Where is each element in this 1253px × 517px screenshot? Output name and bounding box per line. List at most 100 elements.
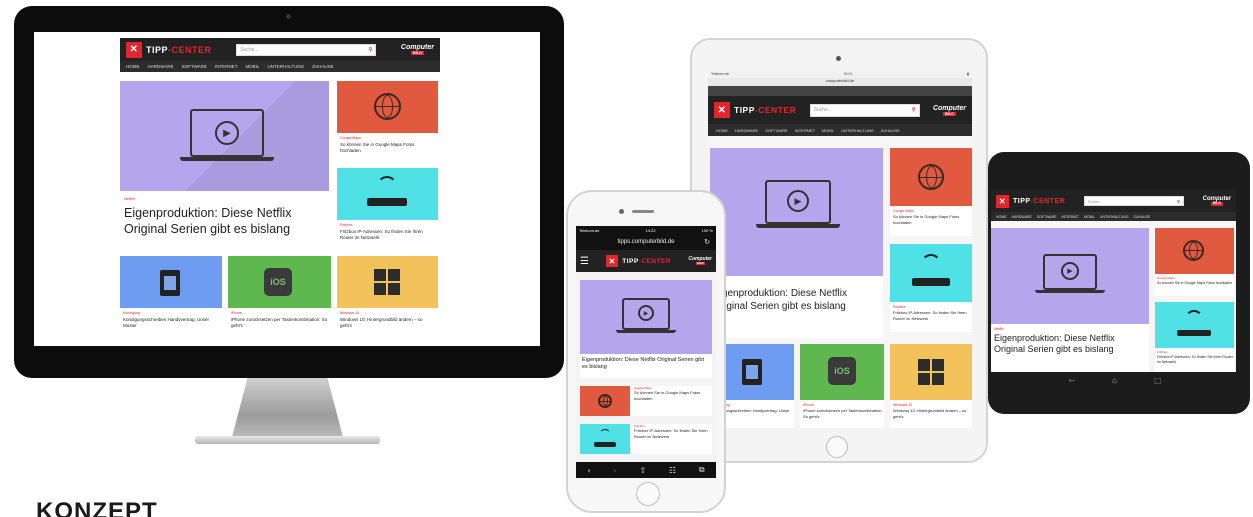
article-card-iphone[interactable]: iOS iPhone iPhone zurücksetzen per Taste… [228, 256, 331, 342]
article-title: Fritzbox IP-Adressen: So finden Sie Ihre… [340, 229, 423, 240]
main-nav: HOME HARDWARE SOFTWARE INTERNET MOBIL UN… [991, 212, 1236, 221]
article-category: Fritzbox [340, 223, 353, 227]
nav-item-home[interactable]: HOME [126, 64, 140, 69]
article-card-iphone[interactable]: iOS iPhone iPhone zurücksetzen per Taste… [800, 344, 884, 428]
search-icon[interactable]: ⚲ [912, 107, 916, 113]
site-header: ✕ TIPP-CENTER Suche... ⚲ Computer BILD [708, 96, 972, 124]
hero-article-card[interactable]: ▶ Netflix Eigenproduktion: Diese Netflix… [120, 81, 329, 248]
imac-base [195, 436, 380, 444]
imac-camera [286, 14, 291, 19]
hamburger-menu-icon[interactable]: ☰ [580, 256, 589, 267]
recent-apps-icon[interactable]: □ [1154, 376, 1162, 386]
windows-icon [918, 359, 944, 385]
nav-item-hardware[interactable]: HARDWARE [735, 128, 758, 133]
ipad-url-bar[interactable]: computerbild.de [708, 78, 972, 86]
article-card-maps[interactable]: Google Maps So können Sie in Google Maps… [1155, 228, 1234, 296]
home-icon[interactable]: ⌂ [1112, 376, 1117, 386]
nav-item-software[interactable]: SOFTWARE [765, 128, 788, 133]
iphone-camera [619, 209, 624, 214]
section-heading: KONZEPT [36, 498, 158, 517]
article-card-windows[interactable]: Windows 10 Windows 10: Hintergrundbild ä… [337, 256, 438, 342]
iphone-url: tipps.computerbild.de [617, 239, 675, 245]
router-icon [594, 442, 616, 447]
article-title: Windows 10: Hintergrundbild ändern – so … [340, 317, 423, 328]
brand-badge[interactable]: Computer BILD [401, 44, 434, 55]
hero-article-card[interactable]: ▶ Eigenproduktion: Diese Netflix Origina… [580, 280, 712, 378]
ipad-home-button[interactable] [826, 436, 848, 458]
nav-item-internet[interactable]: INTERNET [215, 64, 238, 69]
list-item-title: So können Sie in Google Maps Fotos hochl… [634, 390, 701, 401]
back-icon[interactable]: ‹ [587, 466, 590, 475]
logo-mark-icon: ✕ [714, 102, 730, 118]
brand-badge[interactable]: Computer BILD [688, 257, 712, 265]
imac-stand [231, 378, 344, 440]
play-icon: ▶ [638, 305, 654, 321]
forward-icon[interactable]: › [613, 466, 616, 475]
android-nav-bar: ← ⌂ □ [1050, 376, 1180, 386]
search-input[interactable]: Suche... ⚲ [809, 103, 920, 117]
back-icon[interactable]: ← [1068, 376, 1075, 386]
hero-article-card[interactable]: ▶ Netflix Eigenproduktion: Diese Netflix… [710, 148, 883, 338]
mobile-list-item-maps[interactable]: Google Maps So können Sie in Google Maps… [580, 386, 712, 416]
logo-suffix: -CENTER [168, 44, 212, 55]
iphone-time: 14:22 [645, 227, 656, 233]
nav-item-internet[interactable]: INTERNET [795, 128, 815, 133]
article-category: iPhone [231, 311, 242, 315]
iphone-status-bar: Telekom.de 14:22 100 % [576, 226, 716, 234]
mobile-list-item-fritzbox[interactable]: Fritzbox Fritzbox IP-Adressen: So finden… [580, 424, 712, 454]
bookmarks-icon[interactable]: ☷ [669, 466, 676, 475]
article-card-maps[interactable]: Google Maps So können Sie in Google Maps… [890, 148, 972, 236]
hero-article-card[interactable]: ▶ Netflix Eigenproduktion: Diese Netflix… [991, 228, 1149, 372]
article-category: Windows 10 [340, 311, 360, 315]
globe-icon [918, 164, 944, 190]
search-icon[interactable]: ⚲ [369, 47, 373, 53]
nav-item-mobil[interactable]: MOBIL [822, 128, 834, 133]
main-nav: HOME HARDWARE SOFTWARE INTERNET MOBIL UN… [120, 61, 440, 72]
list-item-title: Fritzbox IP-Adressen: So finden Sie Ihre… [634, 428, 708, 439]
logo-prefix: TIPP [146, 44, 169, 55]
hero-category: Netflix [124, 196, 136, 201]
search-icon[interactable]: ⚲ [1177, 199, 1180, 204]
mobile-site: Telekom.de 14:22 100 % tipps.computerbil… [576, 226, 716, 478]
globe-icon [598, 394, 612, 408]
nav-item-unterhaltung[interactable]: UNTERHALTUNG [267, 64, 304, 69]
ipad-camera [836, 56, 841, 61]
article-card-maps[interactable]: Google Maps So können Sie in Google Maps… [337, 81, 438, 163]
iphone-battery: 100 % [701, 227, 713, 233]
article-card-fritzbox[interactable]: Fritzbox Fritzbox IP-Adressen: So finden… [337, 168, 438, 250]
brand-badge[interactable]: Computer BILD [1203, 196, 1231, 206]
site-logo[interactable]: ✕ TIPP-CENTER [714, 102, 796, 118]
reload-icon[interactable]: ↻ [704, 238, 710, 246]
site-logo[interactable]: ✕ TIPP-CENTER [126, 41, 212, 58]
article-card-windows[interactable]: Windows 10 Windows 10: Hintergrundbild ä… [890, 344, 972, 428]
nav-item-unterhaltung[interactable]: UNTERHALTUNG [841, 128, 874, 133]
router-icon [912, 278, 950, 286]
article-card-fritzbox[interactable]: Fritzbox Fritzbox IP-Adressen: So finden… [1155, 302, 1234, 372]
nav-item-hardware[interactable]: HARDWARE [148, 64, 174, 69]
tablet-site: Telekom.de 16:21 ▮ computerbild.de ✕ TIP… [708, 72, 972, 428]
nav-item-mobil[interactable]: MOBIL [245, 64, 259, 69]
document-icon [742, 359, 762, 385]
main-nav: HOME HARDWARE SOFTWARE INTERNET MOBIL UN… [708, 124, 972, 136]
article-card-fritzbox[interactable]: Fritzbox Fritzbox IP-Adressen: So finden… [890, 244, 972, 332]
play-icon: ▶ [215, 121, 239, 145]
hero-title: Eigenproduktion: Diese Netflix Original … [582, 357, 704, 370]
globe-icon [1183, 240, 1204, 261]
site-logo[interactable]: ✕ TIPP-CENTER [996, 194, 1065, 208]
search-input[interactable]: Suche... ⚲ [1083, 196, 1184, 206]
logo-mark-icon: ✕ [126, 41, 142, 58]
iphone-url-bar[interactable]: tipps.computerbild.de ↻ [576, 234, 716, 250]
site-logo[interactable]: ✕ TIPP-CENTER [606, 255, 671, 267]
nav-item-zuhause[interactable]: ZUHAUSE [312, 64, 334, 69]
brand-badge[interactable]: Computer BILD [933, 105, 966, 116]
nav-item-software[interactable]: SOFTWARE [182, 64, 207, 69]
iphone-carrier: Telekom.de [579, 227, 600, 233]
nav-item-zuhause[interactable]: ZUHAUSE [881, 128, 900, 133]
nav-item-home[interactable]: HOME [716, 128, 728, 133]
hero-image: ▶ [120, 81, 329, 191]
iphone-home-button[interactable] [636, 482, 660, 506]
search-input[interactable]: Suche... ⚲ [236, 43, 377, 56]
article-card-contract[interactable]: Kündigung Kündigungsschreiben Handyvertr… [120, 256, 222, 342]
share-icon[interactable]: ⇧ [639, 466, 646, 475]
tabs-icon[interactable]: ⧉ [699, 465, 705, 475]
